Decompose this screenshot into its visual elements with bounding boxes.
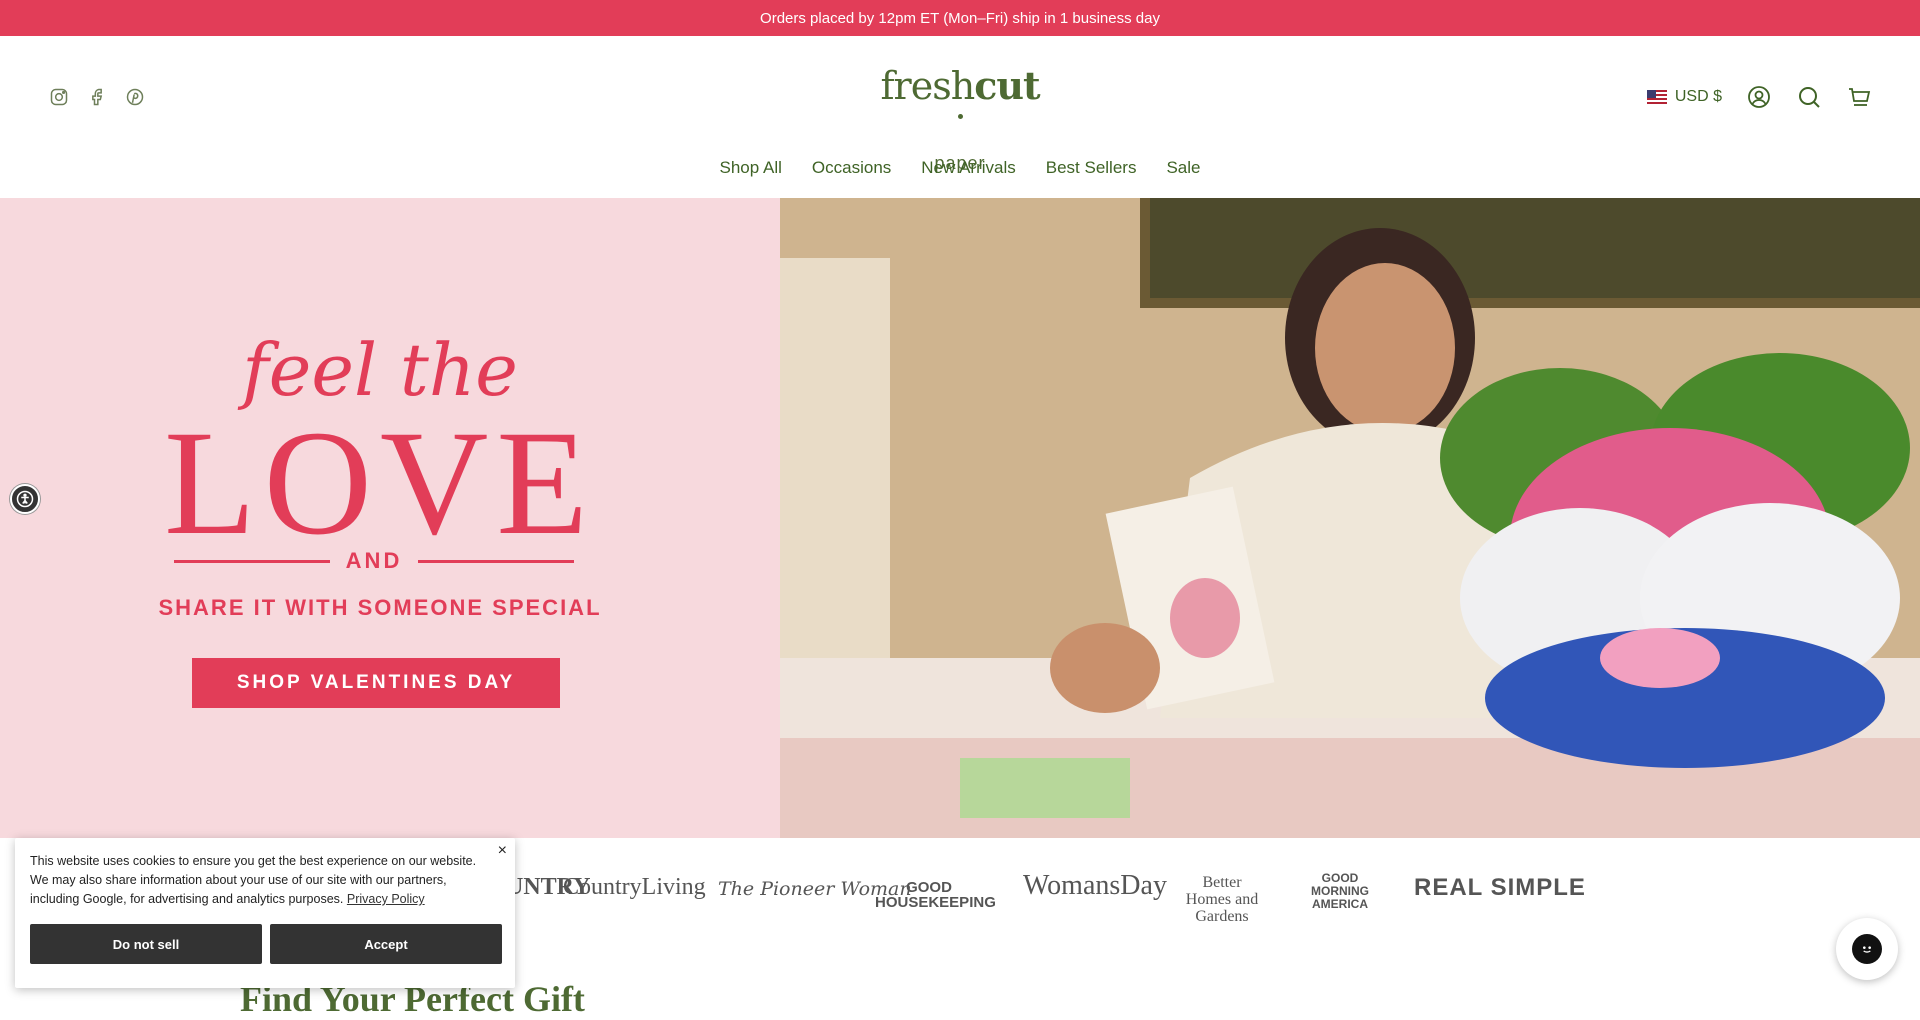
hero-love-text: LOVE bbox=[164, 400, 596, 566]
header-tools: USD $ bbox=[1646, 84, 1872, 110]
close-icon[interactable]: × bbox=[498, 842, 507, 860]
divider-line bbox=[418, 559, 575, 563]
announcement-bar: Orders placed by 12pm ET (Mon–Fri) ship … bbox=[0, 0, 1920, 36]
pinterest-icon[interactable] bbox=[124, 86, 146, 108]
press-logo: GOOD MORNING AMERICA bbox=[1311, 871, 1369, 911]
hero-share-text: SHARE IT WITH SOMEONE SPECIAL bbox=[158, 595, 602, 620]
privacy-policy-link[interactable]: Privacy Policy bbox=[347, 892, 425, 906]
announcement-text: Orders placed by 12pm ET (Mon–Fri) ship … bbox=[760, 9, 1160, 27]
cart-icon[interactable] bbox=[1846, 84, 1872, 110]
press-logo: REAL SIMPLE bbox=[1414, 874, 1586, 901]
nav-shop-all[interactable]: Shop All bbox=[720, 158, 782, 178]
main-nav: Shop All Occasions New Arrivals Best Sel… bbox=[0, 158, 1920, 178]
press-logo: CountryLiving bbox=[563, 874, 706, 900]
press-logo: Better Homes and Gardens bbox=[1185, 874, 1259, 925]
account-icon[interactable] bbox=[1746, 84, 1772, 110]
press-logo: GOOD HOUSEKEEPING bbox=[875, 879, 996, 911]
cookie-buttons: Do not sell Accept bbox=[30, 924, 502, 964]
hero-photo bbox=[780, 198, 1920, 838]
accept-button[interactable]: Accept bbox=[270, 924, 502, 964]
nav-sale[interactable]: Sale bbox=[1166, 158, 1200, 178]
divider-line bbox=[174, 559, 330, 563]
search-icon[interactable] bbox=[1796, 84, 1822, 110]
nav-new-arrivals[interactable]: New Arrivals bbox=[921, 158, 1015, 178]
nav-best-sellers[interactable]: Best Sellers bbox=[1046, 158, 1137, 178]
logo-wordmark: freshcut bbox=[880, 64, 1041, 152]
chat-widget-button[interactable] bbox=[1836, 918, 1898, 980]
facebook-icon[interactable] bbox=[86, 86, 108, 108]
hero-and-text: AND bbox=[345, 548, 403, 573]
cookie-text: This website uses cookies to ensure you … bbox=[30, 852, 490, 909]
shop-valentines-button[interactable]: SHOP VALENTINES DAY bbox=[192, 658, 560, 708]
site-header: freshcut paper USD $ Shop All Occasions … bbox=[0, 36, 1920, 198]
social-links bbox=[48, 86, 146, 108]
site-logo[interactable]: freshcut paper bbox=[880, 64, 1041, 173]
chat-icon bbox=[1852, 934, 1882, 964]
cookie-banner: × This website uses cookies to ensure yo… bbox=[15, 838, 515, 988]
nav-occasions[interactable]: Occasions bbox=[812, 158, 891, 178]
currency-label: USD $ bbox=[1674, 88, 1722, 105]
accessibility-button[interactable] bbox=[10, 484, 40, 514]
us-flag-icon bbox=[1646, 90, 1667, 104]
instagram-icon[interactable] bbox=[48, 86, 70, 108]
hero-promo-panel[interactable]: feel the LOVE AND SHARE IT WITH SOMEONE … bbox=[0, 198, 780, 838]
currency-selector[interactable]: USD $ bbox=[1646, 88, 1722, 106]
do-not-sell-button[interactable]: Do not sell bbox=[30, 924, 262, 964]
press-logo: WomansDay bbox=[1023, 870, 1167, 901]
hero-and-divider: AND bbox=[174, 548, 575, 574]
